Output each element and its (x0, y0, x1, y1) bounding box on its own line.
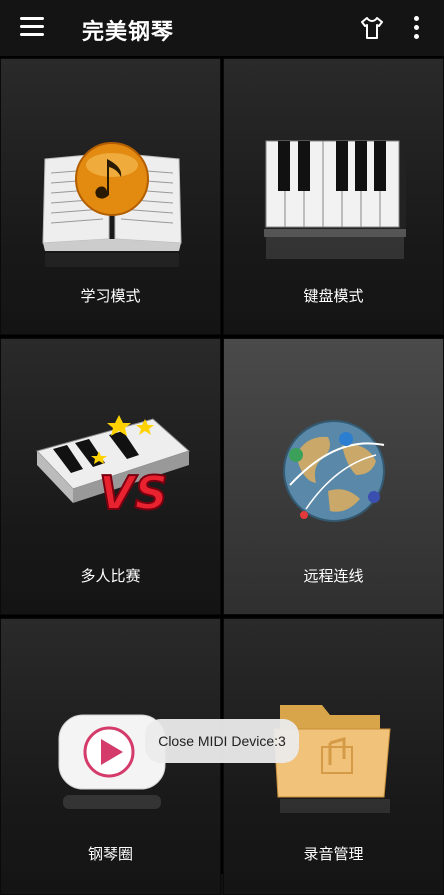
svg-text:VS: VS (99, 466, 168, 520)
tile-label: 多人比赛 (80, 567, 141, 585)
piano-vs-icon: VS (36, 415, 190, 521)
tile-keyboard-mode[interactable]: 键盘模式 (223, 58, 444, 335)
tshirt-icon[interactable] (358, 14, 386, 42)
hamburger-menu-icon[interactable] (20, 17, 44, 39)
more-vertical-icon[interactable] (412, 16, 420, 42)
toast-message: Close MIDI Device:3 (145, 719, 299, 763)
tile-label: 远程连线 (303, 567, 364, 585)
tile-remote-connect[interactable]: 远程连线 (223, 338, 444, 615)
tile-label: 键盘模式 (303, 287, 364, 305)
tile-label: 学习模式 (80, 287, 141, 305)
tile-label: 录音管理 (303, 845, 364, 863)
music-book-icon (42, 142, 182, 267)
tile-learn-mode[interactable]: 学习模式 (0, 58, 221, 335)
app-title: 完美钢琴 (82, 20, 175, 45)
piano-keyboard-icon (264, 139, 406, 259)
app-bar: 完美钢琴 (0, 0, 444, 56)
tile-multiplayer[interactable]: VS 多人比赛 (0, 338, 221, 615)
globe-network-icon (283, 420, 385, 522)
tile-label: 钢琴圈 (87, 845, 133, 863)
